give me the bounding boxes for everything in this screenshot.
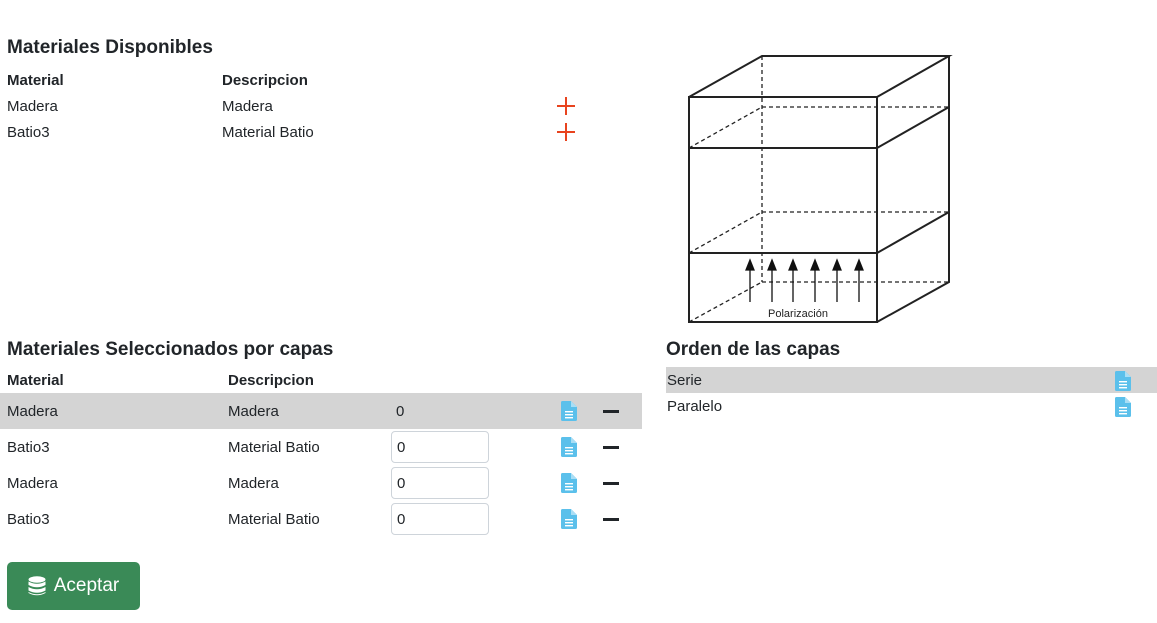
remove-layer-button[interactable] (599, 401, 623, 421)
selected-row-1-value: 0 (396, 403, 405, 420)
accept-button[interactable]: Aceptar (7, 562, 140, 610)
selected-row-highlight[interactable] (0, 393, 642, 429)
document-icon[interactable] (561, 437, 577, 457)
available-header-description: Descripcion (222, 72, 308, 89)
layer-thickness-input[interactable] (391, 467, 489, 499)
document-icon[interactable] (1115, 371, 1131, 391)
selected-row-4-material: Batio3 (7, 511, 50, 528)
available-row-2-material: Batio3 (7, 124, 50, 141)
selected-row-3-material: Madera (7, 475, 58, 492)
selected-materials-title: Materiales Seleccionados por capas (7, 339, 334, 360)
document-icon[interactable] (561, 509, 577, 529)
available-materials-title: Materiales Disponibles (7, 37, 213, 58)
layer-thickness-input[interactable] (391, 503, 489, 535)
selected-row-1-description: Madera (228, 403, 279, 420)
selected-header-description: Descripcion (228, 372, 314, 389)
available-row-1-material: Madera (7, 98, 58, 115)
polarization-label: Polarización (768, 308, 828, 320)
top-face (688, 55, 953, 98)
minus-icon (603, 518, 619, 521)
minus-icon (603, 482, 619, 485)
front-face (688, 96, 878, 323)
minus-icon (603, 446, 619, 449)
order-item-label: Paralelo (667, 398, 723, 415)
remove-layer-button[interactable] (599, 473, 623, 493)
layer-order-title: Orden de las capas (666, 339, 841, 360)
selected-row-1-material: Madera (7, 403, 58, 420)
document-icon[interactable] (561, 401, 577, 421)
layer-stack-diagram: Polarización (688, 55, 953, 323)
layer-thickness-input[interactable] (391, 431, 489, 463)
add-material-plus-icon[interactable] (557, 97, 575, 115)
available-row-1-description: Madera (222, 98, 273, 115)
order-item-label: Serie (667, 372, 703, 389)
selected-row-3-description: Madera (228, 475, 279, 492)
order-item-serie[interactable] (666, 367, 1157, 393)
selected-row-4-description: Material Batio (228, 511, 320, 528)
document-icon[interactable] (561, 473, 577, 493)
selected-row-2-description: Material Batio (228, 439, 320, 456)
minus-icon (603, 410, 619, 413)
remove-layer-button[interactable] (599, 437, 623, 457)
remove-layer-button[interactable] (599, 509, 623, 529)
add-material-plus-icon[interactable] (557, 123, 575, 141)
available-row-2-description: Material Batio (222, 124, 314, 141)
selected-row-2-material: Batio3 (7, 439, 50, 456)
database-icon (28, 576, 46, 596)
available-header-material: Material (7, 72, 64, 89)
accept-button-label: Aceptar (53, 575, 120, 596)
order-item-paralelo[interactable] (666, 393, 1157, 419)
selected-header-material: Material (7, 372, 64, 389)
document-icon[interactable] (1115, 397, 1131, 417)
